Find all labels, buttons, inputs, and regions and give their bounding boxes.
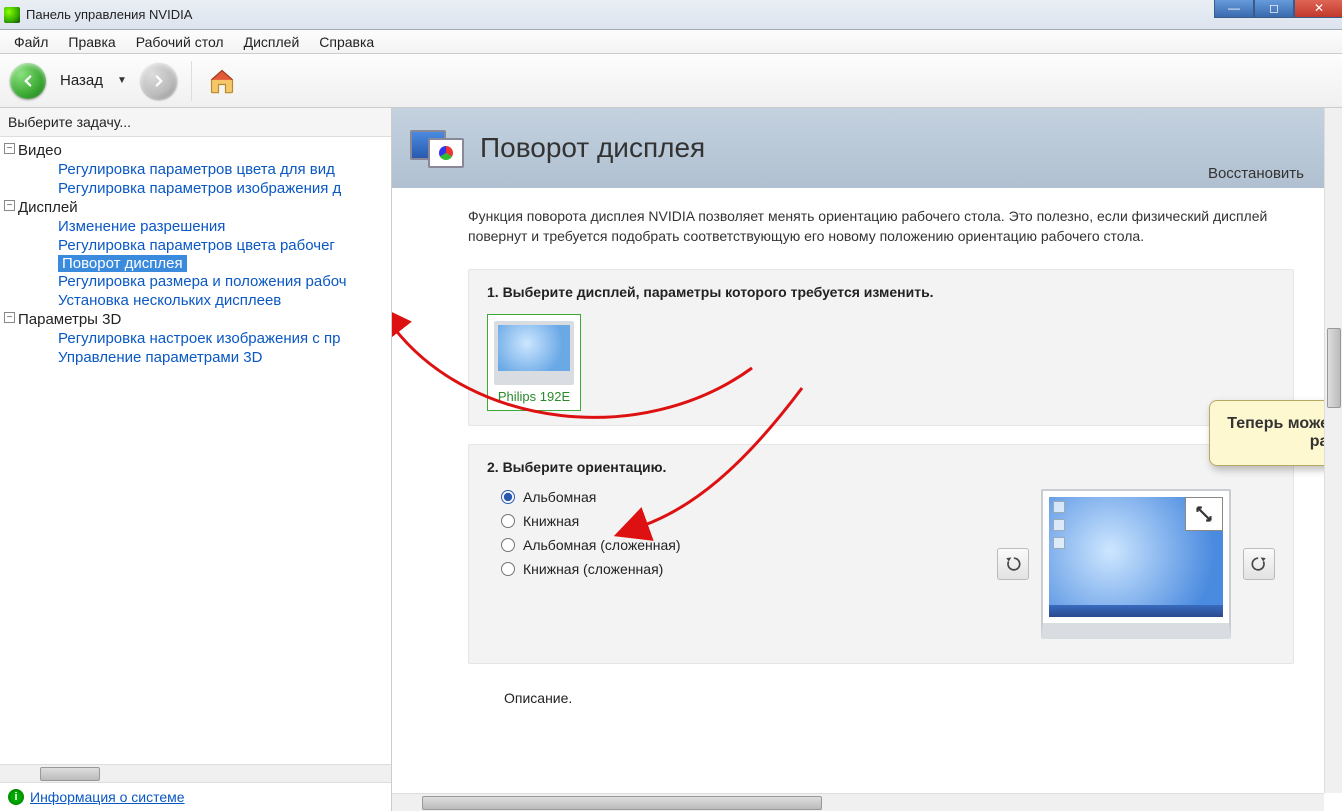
sidebar-header: Выберите задачу... [0, 108, 391, 137]
menu-bar: Файл Правка Рабочий стол Дисплей Справка [0, 30, 1342, 54]
section-select-display: 1. Выберите дисплей, параметры которого … [468, 269, 1294, 426]
monitor-icon [494, 321, 574, 385]
rotate-cw-button[interactable] [1243, 548, 1275, 580]
sidebar-footer: i Информация о системе [0, 782, 391, 811]
step2-title: 2. Выберите ориентацию. [487, 459, 1275, 475]
radio-landscape[interactable]: Альбомная [501, 489, 680, 505]
page-header: Поворот дисплея Восстановить [392, 108, 1324, 188]
back-button[interactable] [10, 63, 46, 99]
orientation-radios: Альбомная Книжная Альбомная (сложенная) … [487, 489, 680, 577]
annotation-callout: Теперь можете с легкостью выполнить разв… [1209, 400, 1324, 466]
tree-group-video[interactable]: − Видео [0, 141, 391, 160]
menu-desktop[interactable]: Рабочий стол [126, 32, 234, 52]
collapse-icon[interactable]: − [4, 143, 15, 154]
content-area: Поворот дисплея Восстановить Функция пов… [392, 108, 1342, 811]
tree-item-desktop-color[interactable]: Регулировка параметров цвета рабочег [0, 236, 391, 255]
home-button[interactable] [206, 65, 238, 97]
back-history-dropdown[interactable]: ▼ [117, 75, 127, 86]
tree-item-3d-manage[interactable]: Управление параметрами 3D [0, 348, 391, 367]
back-label: Назад [60, 72, 103, 89]
menu-file[interactable]: Файл [4, 32, 58, 52]
content-v-scrollbar[interactable] [1324, 108, 1342, 793]
tree-group-3d[interactable]: − Параметры 3D [0, 310, 391, 329]
system-info-link[interactable]: Информация о системе [30, 789, 185, 805]
toolbar-separator [191, 61, 192, 101]
menu-help[interactable]: Справка [309, 32, 384, 52]
sidebar: Выберите задачу... − Видео Регулировка п… [0, 108, 392, 811]
tree-item-rotate-display[interactable]: Поворот дисплея [58, 255, 187, 272]
section-orientation: 2. Выберите ориентацию. Альбомная Книжна… [468, 444, 1294, 664]
description-label: Описание. [468, 682, 1294, 706]
collapse-icon[interactable]: − [4, 312, 15, 323]
tree-item-multi-display[interactable]: Установка нескольких дисплеев [0, 291, 391, 310]
title-bar: Панель управления NVIDIA — ◻ ✕ [0, 0, 1342, 30]
orientation-badge-icon [1185, 497, 1223, 531]
radio-landscape-flipped[interactable]: Альбомная (сложенная) [501, 537, 680, 553]
info-icon: i [8, 789, 24, 805]
tree-item-video-image[interactable]: Регулировка параметров изображения д [0, 179, 391, 198]
step1-title: 1. Выберите дисплей, параметры которого … [487, 284, 1275, 300]
intro-text: Функция поворота дисплея NVIDIA позволяе… [468, 206, 1294, 247]
orientation-preview [1041, 489, 1231, 639]
rotate-ccw-button[interactable] [997, 548, 1029, 580]
maximize-button[interactable]: ◻ [1254, 0, 1294, 18]
restore-link[interactable]: Восстановить [1208, 165, 1304, 182]
toolbar: Назад ▼ [0, 54, 1342, 108]
monitor-tile[interactable]: Philips 192E [487, 314, 581, 411]
rotate-display-icon [410, 124, 466, 172]
tree-group-display[interactable]: − Дисплей [0, 198, 391, 217]
forward-button[interactable] [141, 63, 177, 99]
sidebar-h-scrollbar[interactable] [0, 764, 391, 782]
task-tree: − Видео Регулировка параметров цвета для… [0, 137, 391, 764]
monitor-name: Philips 192E [494, 389, 574, 404]
tree-item-video-color[interactable]: Регулировка параметров цвета для вид [0, 160, 391, 179]
radio-portrait-flipped[interactable]: Книжная (сложенная) [501, 561, 680, 577]
close-button[interactable]: ✕ [1294, 0, 1342, 18]
tree-item-3d-image[interactable]: Регулировка настроек изображения с пр [0, 329, 391, 348]
tree-item-size-position[interactable]: Регулировка размера и положения рабоч [0, 272, 391, 291]
tree-item-resolution[interactable]: Изменение разрешения [0, 217, 391, 236]
page-title: Поворот дисплея [480, 132, 705, 164]
radio-portrait[interactable]: Книжная [501, 513, 680, 529]
app-icon [4, 7, 20, 23]
menu-display[interactable]: Дисплей [234, 32, 310, 52]
menu-edit[interactable]: Правка [58, 32, 125, 52]
window-title: Панель управления NVIDIA [26, 7, 192, 22]
collapse-icon[interactable]: − [4, 200, 15, 211]
content-h-scrollbar[interactable] [392, 793, 1324, 811]
minimize-button[interactable]: — [1214, 0, 1254, 18]
